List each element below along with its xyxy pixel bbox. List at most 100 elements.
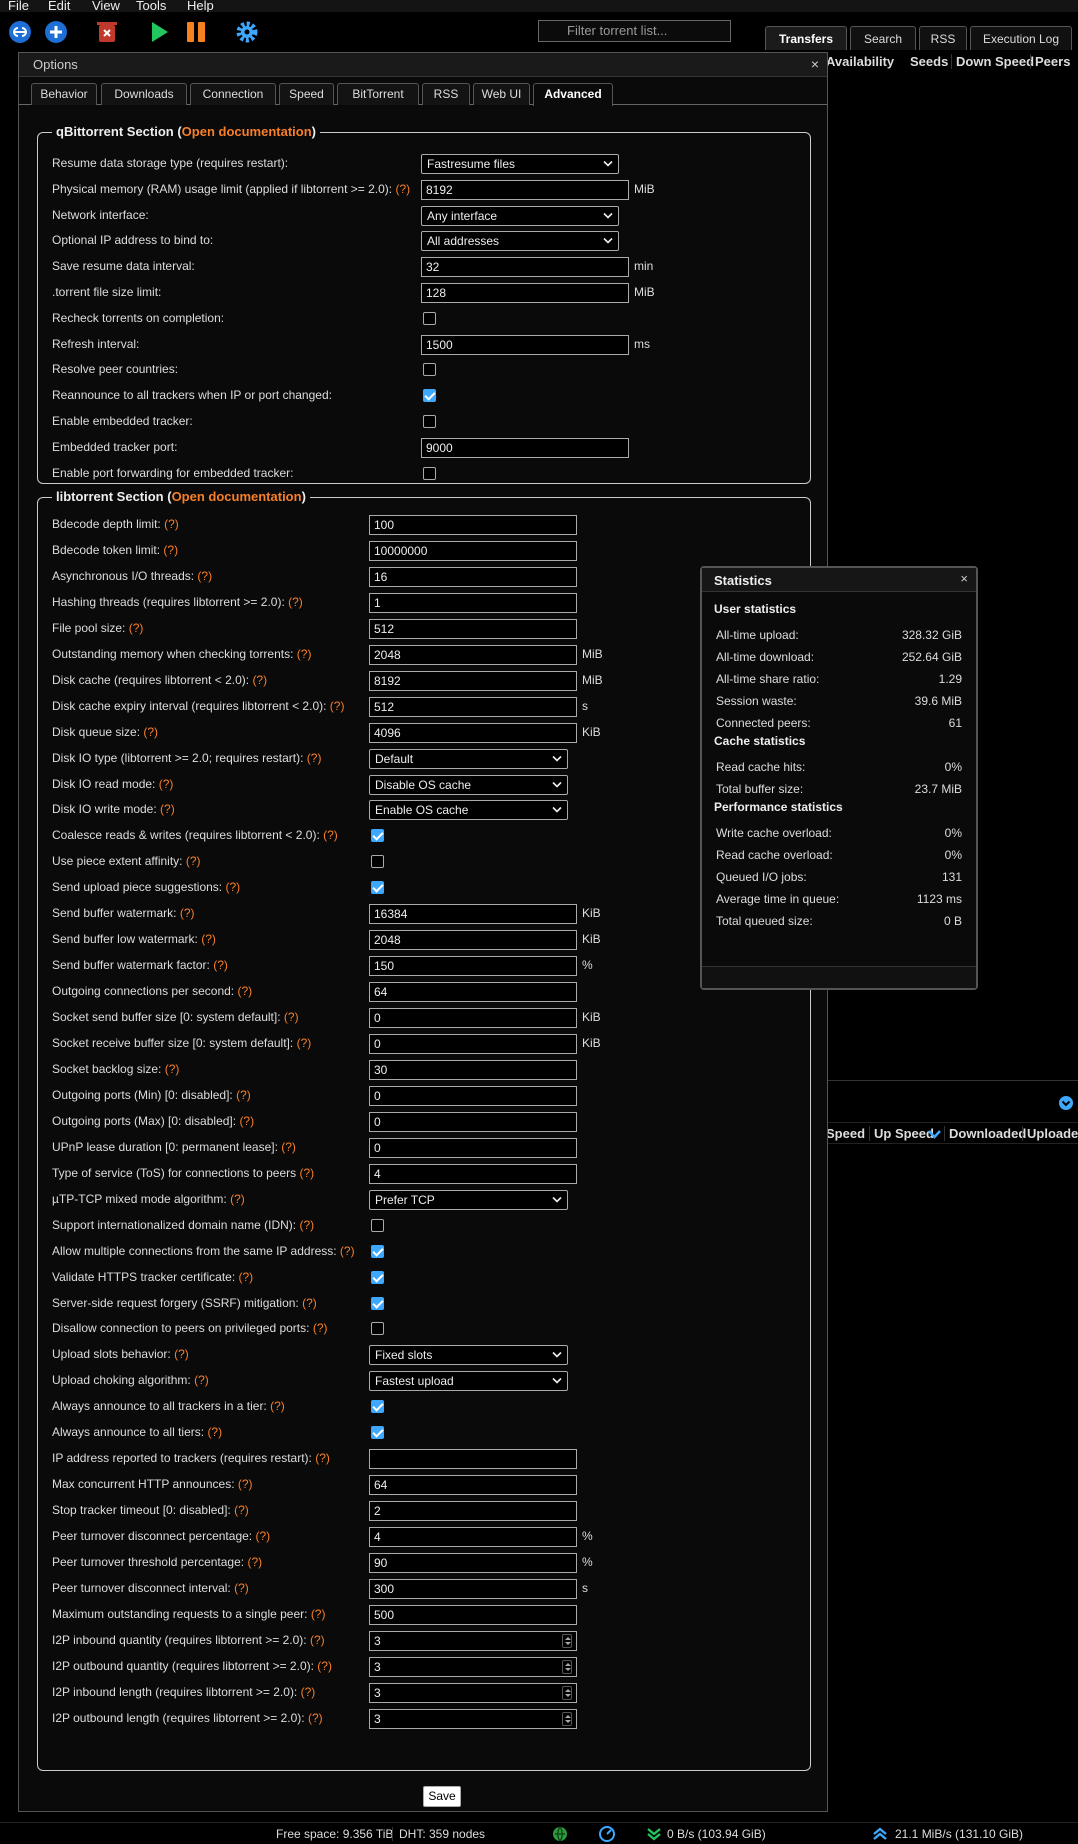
help-link[interactable]: (?)	[225, 880, 240, 894]
physical-memory-ram-usage-limit-applied--input[interactable]: 8192	[421, 179, 629, 200]
help-link[interactable]: (?)	[340, 1244, 355, 1258]
help-link[interactable]: (?)	[143, 725, 158, 739]
disk-queue-size-input[interactable]: 4096	[369, 722, 577, 743]
always-announce-to-all-trackers-in-a-tie-checkbox[interactable]	[371, 1400, 384, 1414]
ip-address-reported-to-trackers-requires-input[interactable]	[369, 1449, 577, 1470]
rail-filter-icon[interactable]	[3, 446, 19, 462]
optional-ip-address-to-bind-to-select[interactable]: All addresses	[421, 231, 619, 252]
stop-tracker-timeout-0-disabled-input[interactable]: 2	[369, 1501, 577, 1522]
rail-filter-icon[interactable]	[3, 290, 19, 306]
use-piece-extent-affinity-checkbox[interactable]	[371, 855, 384, 869]
rail-filter-icon[interactable]	[3, 173, 19, 189]
type-of-service-tos-for-connections-to-p-input[interactable]: 4	[369, 1163, 577, 1184]
disallow-connection-to-peers-on-privileg-checkbox[interactable]	[371, 1322, 384, 1336]
help-link[interactable]: (?)	[313, 1321, 328, 1335]
outgoing-connections-per-second-input[interactable]: 64	[369, 982, 577, 1003]
rail-filter-icon[interactable]	[3, 544, 19, 560]
close-options-button[interactable]: ×	[811, 56, 819, 72]
help-link[interactable]: (?)	[301, 1685, 316, 1699]
help-link[interactable]: (?)	[239, 1114, 254, 1128]
socket-backlog-size-input[interactable]: 30	[369, 1059, 577, 1080]
maximum-outstanding-requests-to-a-single-input[interactable]: 500	[369, 1604, 577, 1625]
rail-filter-icon[interactable]	[3, 505, 19, 521]
socket-send-buffer-size-0-system-default-input[interactable]: 0	[369, 1008, 577, 1029]
column-downloaded[interactable]: Downloaded	[944, 1126, 1026, 1141]
spinner-arrows-icon[interactable]	[562, 1659, 572, 1674]
options-tab-bittorrent[interactable]: BitTorrent	[337, 83, 419, 105]
rail-filter-icon[interactable]	[3, 602, 19, 618]
tab-execution-log[interactable]: Execution Log	[970, 26, 1072, 50]
validate-https-tracker-certificate-checkbox[interactable]	[371, 1270, 384, 1284]
help-link[interactable]: (?)	[163, 543, 178, 557]
rail-filter-icon[interactable]	[3, 193, 19, 209]
resolve-peer-countries-checkbox[interactable]	[423, 363, 436, 377]
open-documentation-link[interactable]: Open documentation	[182, 124, 312, 139]
enable-port-forwarding-for-embedded-trac-checkbox[interactable]	[423, 466, 436, 480]
embedded-tracker-port-input[interactable]: 9000	[421, 437, 629, 458]
settings-icon[interactable]	[234, 19, 260, 45]
speed-limit-icon[interactable]	[599, 1826, 615, 1842]
help-link[interactable]: (?)	[270, 1399, 285, 1413]
help-link[interactable]: (?)	[323, 828, 338, 842]
help-link[interactable]: (?)	[247, 1555, 262, 1569]
options-tab-advanced[interactable]: Advanced	[533, 83, 613, 106]
upload-slots-behavior-select[interactable]: Fixed slots	[369, 1345, 568, 1366]
help-link[interactable]: (?)	[197, 569, 212, 583]
help-link[interactable]: (?)	[194, 1373, 209, 1387]
rail-filter-icon[interactable]	[3, 388, 19, 404]
options-tab-rss[interactable]: RSS	[422, 83, 470, 105]
help-link[interactable]: (?)	[307, 751, 322, 765]
help-link[interactable]: (?)	[207, 1425, 222, 1439]
options-tab-speed[interactable]: Speed	[279, 83, 334, 105]
help-link[interactable]: (?)	[315, 1451, 330, 1465]
help-link[interactable]: (?)	[330, 699, 345, 713]
help-link[interactable]: (?)	[230, 1192, 245, 1206]
pause-icon[interactable]	[183, 19, 209, 45]
reannounce-to-all-trackers-when-ip-or-po-checkbox[interactable]	[423, 389, 436, 403]
help-link[interactable]: (?)	[288, 595, 303, 609]
column-uploaded[interactable]: Uploaded	[1022, 1126, 1078, 1141]
resume-icon[interactable]	[146, 19, 172, 45]
spinner-arrows-icon[interactable]	[562, 1633, 572, 1648]
rail-filter-icon[interactable]	[3, 583, 19, 599]
collapse-panel-icon[interactable]	[1058, 1095, 1074, 1111]
server-side-request-forgery-ssrf-mitigat-checkbox[interactable]	[371, 1296, 384, 1310]
help-link[interactable]: (?)	[164, 517, 179, 531]
help-link[interactable]: (?)	[236, 1088, 251, 1102]
rail-filter-icon[interactable]	[3, 700, 19, 716]
help-link[interactable]: (?)	[238, 1477, 253, 1491]
rail-filter-icon[interactable]	[3, 641, 19, 657]
help-link[interactable]: (?)	[160, 802, 175, 816]
spinner-arrows-icon[interactable]	[562, 1685, 572, 1700]
disk-io-read-mode-select[interactable]: Disable OS cache	[369, 774, 568, 795]
open-documentation-link[interactable]: Open documentation	[172, 489, 302, 504]
rail-filter-icon[interactable]	[3, 134, 19, 150]
options-tab-downloads[interactable]: Downloads	[101, 83, 187, 105]
help-link[interactable]: (?)	[284, 1010, 299, 1024]
rail-filter-icon[interactable]	[3, 622, 19, 638]
help-link[interactable]: (?)	[308, 1711, 323, 1725]
rail-filter-icon[interactable]	[3, 427, 19, 443]
rail-filter-icon[interactable]	[3, 368, 19, 384]
rail-filter-icon[interactable]	[3, 466, 19, 482]
help-link[interactable]: (?)	[311, 1607, 326, 1621]
help-link[interactable]: (?)	[299, 1166, 314, 1180]
tab-search[interactable]: Search	[850, 26, 916, 50]
disk-cache-requires-libtorrent-2-0-input[interactable]: 8192	[369, 670, 577, 691]
recheck-torrents-on-completion-checkbox[interactable]	[423, 311, 436, 325]
send-buffer-watermark-input[interactable]: 16384	[369, 904, 577, 925]
rail-filter-icon[interactable]	[3, 524, 19, 540]
disk-io-type-libtorrent-2-0-requires-res-select[interactable]: Default	[369, 748, 568, 769]
help-link[interactable]: (?)	[302, 1296, 317, 1310]
spinner-arrows-icon[interactable]	[562, 1711, 572, 1726]
help-link[interactable]: (?)	[129, 621, 144, 635]
column-availability[interactable]: Availability	[826, 54, 894, 69]
rail-filter-icon[interactable]	[3, 251, 19, 267]
options-tab-behavior[interactable]: Behavior	[31, 83, 97, 105]
link-icon[interactable]	[7, 19, 33, 45]
rail-filter-icon[interactable]	[3, 349, 19, 365]
help-link[interactable]: (?)	[395, 182, 410, 196]
save-button[interactable]: Save	[423, 1786, 461, 1807]
options-tab-web-ui[interactable]: Web UI	[473, 83, 530, 105]
save-resume-data-interval-input[interactable]: 32	[421, 257, 629, 278]
